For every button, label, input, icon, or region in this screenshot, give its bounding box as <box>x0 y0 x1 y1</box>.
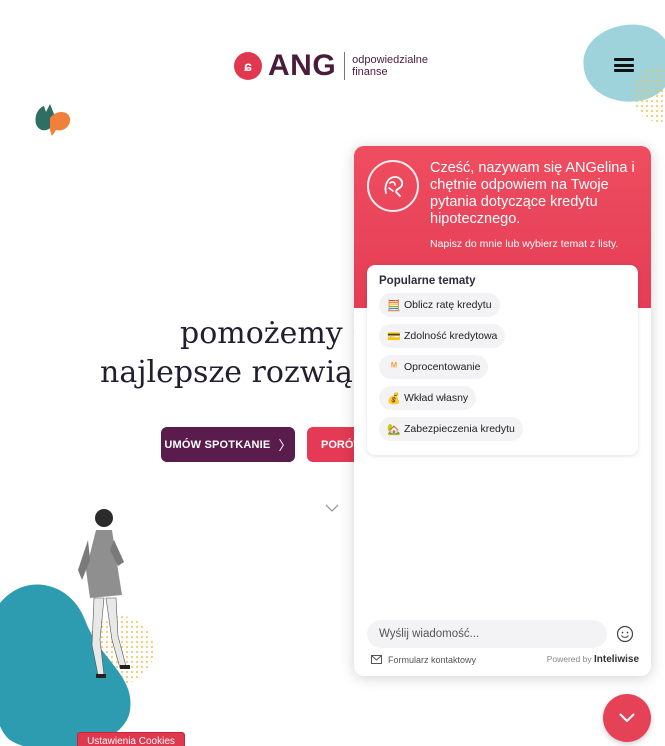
cookie-settings-button[interactable]: Ustawienia Cookies <box>78 733 184 746</box>
bot-greeting: Cześć, nazywam się ANGelina i chętnie od… <box>430 160 635 227</box>
logo-divider <box>344 52 346 80</box>
contact-form-link[interactable]: Formularz kontaktowy <box>371 655 476 665</box>
topic-chip-label: Zdolność kredytowa <box>404 330 498 342</box>
house-icon: 🏡 <box>387 423 401 436</box>
chat-message-input[interactable] <box>367 620 607 648</box>
logo-mark-icon: ɕ <box>234 52 262 80</box>
topic-chip-collateral[interactable]: 🏡 Zabezpieczenia kredytu <box>379 417 523 441</box>
bot-hint: Napisz do mnie lub wybierz temat z listy… <box>430 238 619 250</box>
emoji-icon[interactable] <box>616 625 634 643</box>
topic-chip-label: Oblicz ratę kredytu <box>404 299 492 311</box>
chevron-right-icon: 〉 <box>278 438 292 453</box>
hero-illustration <box>0 509 154 746</box>
logo-wordmark: ANG <box>268 49 337 82</box>
logo-tagline: odpowiedzialne finanse <box>352 54 428 78</box>
topic-chip-label: Oprocentowanie <box>404 361 481 373</box>
abacus-icon: 🧮 <box>387 299 401 312</box>
brand-logo[interactable]: ɕ ANG odpowiedzialne finanse <box>234 48 428 84</box>
topic-chip-installment[interactable]: 🧮 Oblicz ratę kredytu <box>379 293 500 317</box>
book-meeting-button[interactable]: UMÓW SPOTKANIE 〉 <box>161 427 295 462</box>
topic-chip-label: Wkład własny <box>404 392 469 404</box>
scroll-down-chevron-icon[interactable] <box>325 503 339 513</box>
sign-language-icon[interactable] <box>30 98 74 138</box>
hero-heading-line-2: najlepsze rozwiąza <box>100 355 387 390</box>
powered-by-label: Powered by <box>546 654 592 664</box>
envelope-icon <box>371 655 382 664</box>
logo-tagline-line-1: odpowiedzialne <box>352 54 429 66</box>
topic-chip-credit-capacity[interactable]: 💳 Zdolność kredytowa <box>379 324 506 348</box>
percent-icon: ᴹ <box>391 361 397 373</box>
chat-widget: Cześć, nazywam się ANGelina i chętnie od… <box>354 146 651 676</box>
topic-chip-label: Zabezpieczenia kredytu <box>404 423 515 435</box>
powered-by-brand: Inteliwise <box>593 654 639 665</box>
contact-form-label: Formularz kontaktowy <box>388 654 477 665</box>
book-meeting-label: UMÓW SPOTKANIE <box>164 438 271 451</box>
topic-chip-down-payment[interactable]: 💰 Wkład własny <box>379 386 477 410</box>
hero-heading-line-1: pomożemy C <box>180 316 376 351</box>
powered-by: Powered by Inteliwise <box>547 654 639 665</box>
cookie-settings-label: Ustawienia Cookies <box>87 736 175 746</box>
bot-avatar-icon <box>367 160 419 212</box>
chevron-down-icon <box>619 713 635 722</box>
chat-footer: Formularz kontaktowy Powered by Inteliwi… <box>371 654 639 665</box>
credit-card-icon: 💳 <box>387 330 401 343</box>
popular-topics-panel: Popularne tematy 🧮 Oblicz ratę kredytu 💳… <box>367 265 638 455</box>
popular-topics-title: Popularne tematy <box>379 275 476 287</box>
menu-hamburger-icon[interactable] <box>614 58 634 72</box>
logo-tagline-line-2: finanse <box>352 66 388 78</box>
topic-chip-interest[interactable]: ᴹ Oprocentowanie <box>379 355 489 379</box>
money-bag-icon: 💰 <box>387 392 401 405</box>
chat-toggle-button[interactable] <box>603 694 651 742</box>
